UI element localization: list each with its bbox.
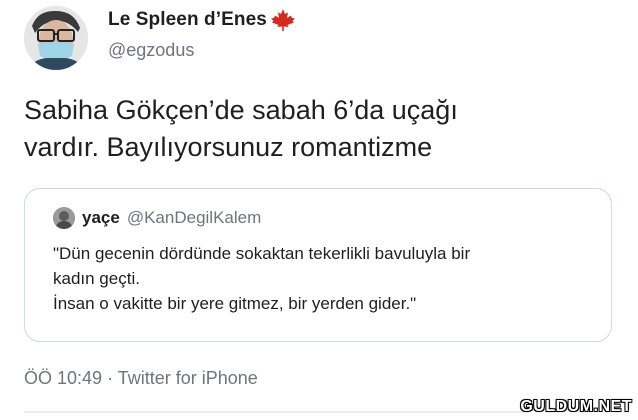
author-block: Le Spleen d’Enes @egzodus: [108, 8, 296, 61]
quoted-tweet-card[interactable]: yaçe @KanDegilKalem "Dün gecenin dördünd…: [24, 188, 612, 342]
display-name-row: Le Spleen d’Enes: [108, 8, 296, 32]
tweet-text-line: Sabiha Gökçen’de sabah 6’da uçağı: [24, 95, 458, 125]
divider: [24, 411, 524, 413]
quoted-tweet-header: yaçe @KanDegilKalem: [53, 207, 261, 229]
tweet-text: Sabiha Gökçen’de sabah 6’da uçağı vardır…: [24, 92, 584, 166]
quoted-author-name: yaçe: [82, 208, 120, 227]
quoted-author-avatar: [53, 207, 75, 229]
author-display-name[interactable]: Le Spleen d’Enes: [108, 9, 267, 31]
watermark: GULDUM.NET: [520, 398, 632, 415]
quoted-text-line: kadın geçti.: [53, 269, 140, 288]
tweet-source[interactable]: Twitter for iPhone: [118, 368, 258, 388]
maple-leaf-icon: [270, 8, 296, 32]
quoted-author-handle: @KanDegilKalem: [126, 208, 262, 227]
meta-separator: ·: [107, 368, 114, 388]
author-avatar[interactable]: [24, 6, 88, 70]
tweet-meta: ÖÖ 10:49 · Twitter for iPhone: [24, 368, 258, 389]
tweet-text-line: vardır. Bayılıyorsunuz romantizme: [24, 132, 433, 162]
tweet-timestamp[interactable]: ÖÖ 10:49: [24, 368, 102, 388]
quoted-tweet-text: "Dün gecenin dördünde sokaktan tekerlikl…: [53, 241, 593, 316]
quoted-text-line: "Dün gecenin dördünde sokaktan tekerlikl…: [53, 244, 471, 263]
quoted-text-line: İnsan o vakitte bir yere gitmez, bir yer…: [53, 294, 417, 313]
author-handle[interactable]: @egzodus: [108, 40, 296, 61]
